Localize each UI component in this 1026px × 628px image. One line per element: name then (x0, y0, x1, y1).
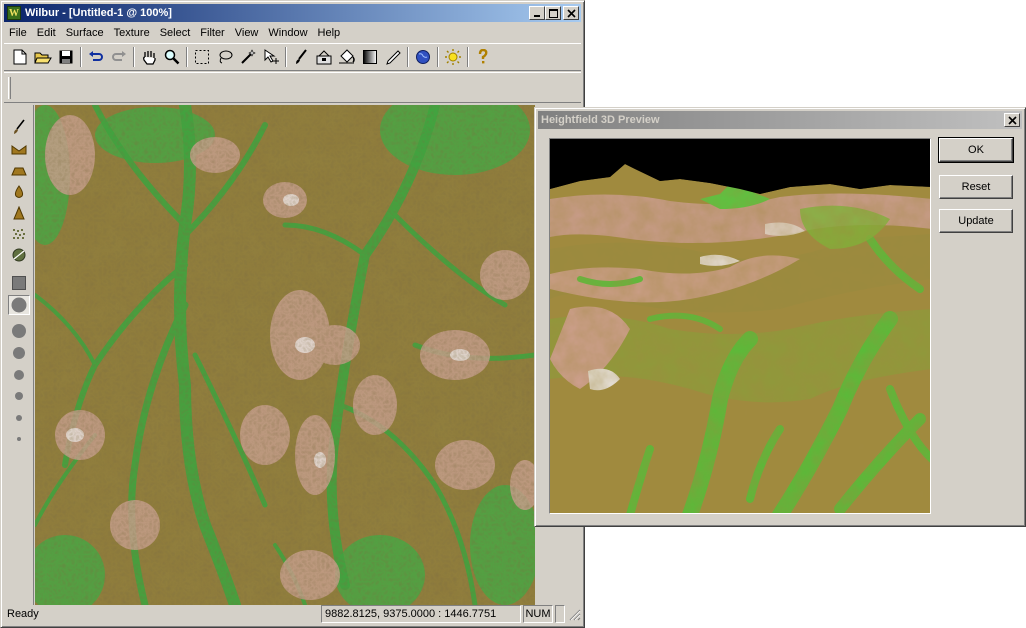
circle-brush-l-icon[interactable] (8, 321, 30, 341)
toolbar-grip[interactable] (8, 77, 11, 99)
sun-lighting-icon[interactable] (443, 47, 463, 67)
status-coordinates: 9882.8125, 9375.0000 : 1446.7751 (321, 605, 521, 623)
brush-icon[interactable] (291, 47, 311, 67)
drop-tool-icon[interactable] (8, 182, 30, 202)
undo-icon[interactable] (86, 47, 106, 67)
circle-brush-s-icon[interactable] (8, 365, 30, 385)
ok-button[interactable]: OK (938, 137, 1014, 163)
erosion-tool-icon[interactable] (8, 245, 30, 265)
main-window-title: Wilbur - [Untitled-1 @ 100%] (25, 7, 172, 19)
brush-tool-icon[interactable] (8, 117, 30, 137)
open-folder-icon[interactable] (33, 47, 53, 67)
close-button[interactable] (563, 6, 579, 20)
main-toolbar (4, 43, 581, 71)
circle-brush-m-icon[interactable] (8, 343, 30, 363)
terrain-map-image (35, 105, 535, 605)
main-titlebar[interactable]: W Wilbur - [Untitled-1 @ 100%] (4, 4, 581, 22)
heightfield-canvas[interactable] (35, 105, 535, 605)
redo-icon[interactable] (109, 47, 129, 67)
menu-help[interactable]: Help (313, 27, 346, 39)
menu-file[interactable]: File (4, 27, 32, 39)
square-brush-icon[interactable] (8, 273, 30, 293)
minimize-button[interactable] (529, 6, 545, 20)
maximize-button[interactable] (545, 6, 561, 20)
pencil-icon[interactable] (383, 47, 403, 67)
toolbar-separator (186, 47, 188, 67)
help-question-icon[interactable] (473, 47, 493, 67)
reset-button[interactable]: Reset (939, 175, 1013, 199)
menu-surface[interactable]: Surface (61, 27, 109, 39)
menu-select[interactable]: Select (155, 27, 196, 39)
dialog-close-button[interactable] (1004, 113, 1020, 127)
size-grip-icon[interactable] (567, 607, 581, 621)
toolbox (4, 105, 34, 605)
close-icon (1007, 115, 1017, 125)
toolbar-separator (467, 47, 469, 67)
toolbar-separator (285, 47, 287, 67)
menubar: File Edit Surface Texture Select Filter … (4, 23, 581, 42)
maximize-icon (548, 8, 558, 18)
circle-brush-tiny-icon[interactable] (8, 429, 30, 449)
dialog-titlebar[interactable]: Heightfield 3D Preview (538, 111, 1022, 129)
hand-pan-icon[interactable] (139, 47, 159, 67)
menu-texture[interactable]: Texture (109, 27, 155, 39)
toolbar-separator (437, 47, 439, 67)
close-icon (566, 8, 576, 18)
gradient-icon[interactable] (360, 47, 380, 67)
terrain-3d-render (550, 139, 930, 513)
paint-bucket-icon[interactable] (337, 47, 357, 67)
menu-filter[interactable]: Filter (195, 27, 229, 39)
lasso-select-icon[interactable] (215, 47, 235, 67)
3d-preview-viewport[interactable] (549, 138, 931, 514)
minimize-icon (534, 15, 540, 17)
status-empty-panel (555, 605, 565, 623)
wilbur-app-icon[interactable]: W (7, 6, 21, 20)
heightfield-preview-dialog: Heightfield 3D Preview OK Reset Update (534, 107, 1026, 527)
update-button[interactable]: Update (939, 209, 1013, 233)
toolbar-separator (407, 47, 409, 67)
circle-brush-xxs-icon[interactable] (8, 408, 30, 428)
noise-tool-icon[interactable] (8, 224, 30, 244)
save-disk-icon[interactable] (56, 47, 76, 67)
rect-select-icon[interactable] (192, 47, 212, 67)
fill-bucket-icon[interactable] (314, 47, 334, 67)
circle-brush-xl-icon[interactable] (8, 295, 30, 315)
status-ready-text: Ready (7, 608, 39, 620)
toolbar-separator (133, 47, 135, 67)
circle-brush-xs-icon[interactable] (8, 386, 30, 406)
dialog-title: Heightfield 3D Preview (541, 114, 660, 126)
statusbar: Ready 9882.8125, 9375.0000 : 1446.7751 N… (4, 604, 581, 624)
menu-window[interactable]: Window (263, 27, 312, 39)
toolbar-separator (80, 47, 82, 67)
main-window: W Wilbur - [Untitled-1 @ 100%] File Edit… (0, 0, 585, 628)
secondary-toolbar (4, 72, 581, 103)
status-num-lock: NUM (523, 605, 553, 623)
new-file-icon[interactable] (10, 47, 30, 67)
menu-edit[interactable]: Edit (32, 27, 61, 39)
plateau-tool-icon[interactable] (8, 161, 30, 181)
valley-tool-icon[interactable] (8, 140, 30, 160)
menu-view[interactable]: View (230, 27, 264, 39)
move-select-icon[interactable] (261, 47, 281, 67)
globe-shader-icon[interactable] (413, 47, 433, 67)
magic-wand-icon[interactable] (238, 47, 258, 67)
zoom-magnifier-icon[interactable] (162, 47, 182, 67)
peak-tool-icon[interactable] (8, 203, 30, 223)
